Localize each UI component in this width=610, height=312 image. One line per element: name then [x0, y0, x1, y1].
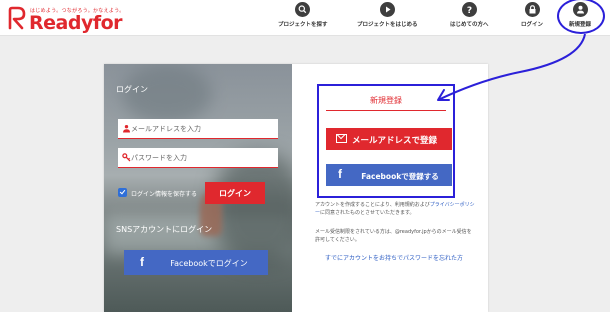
page: はじめよう。つながろう。かなえよう。 Readyfor プロジェクトを探す プロ… — [0, 0, 610, 312]
svg-text:?: ? — [467, 6, 472, 16]
remember-label: ログイン情報を保存する — [131, 191, 198, 198]
email-signup-button[interactable]: メールアドレスで登録 — [326, 128, 452, 150]
terms-text: アカウントを作成することにより、利用規約および — [315, 202, 430, 208]
forgot-password-link[interactable]: すでにアカウントをお持ちでパスワードを忘れた方 — [314, 254, 474, 264]
play-icon — [379, 2, 395, 17]
nav-label: プロジェクトをはじめる — [357, 22, 418, 28]
terms-notice: アカウントを作成することにより、利用規約およびプライバシーポリシーに同意されたも… — [315, 201, 475, 217]
nav-login[interactable]: ログイン — [521, 2, 543, 28]
logo-text: Readyfor — [29, 12, 123, 34]
nav-label: はじめての方へ — [450, 22, 489, 28]
terms-text: に同意されたものとさせていただきます。 — [320, 210, 415, 216]
login-button[interactable]: ログイン — [205, 182, 265, 204]
signup-divider — [326, 110, 446, 111]
site-header: はじめよう。つながろう。かなえよう。 Readyfor プロジェクトを探す プロ… — [0, 0, 610, 36]
remember-checkbox[interactable] — [118, 188, 127, 197]
readyfor-logo[interactable]: はじめよう。つながろう。かなえよう。 Readyfor — [6, 5, 124, 34]
email-input[interactable] — [131, 120, 271, 137]
nav-label: プロジェクトを探す — [278, 22, 328, 28]
email-field[interactable] — [118, 119, 278, 139]
sns-login-title: SNSアカウントにログイン — [116, 225, 213, 234]
search-icon — [295, 2, 311, 17]
signup-panel: 新規登録 メールアドレスで登録 f Facebookで登録する アカウントを作成… — [292, 64, 488, 312]
lock-icon — [524, 2, 540, 17]
password-field[interactable] — [118, 148, 278, 168]
password-input[interactable] — [131, 149, 271, 166]
facebook-signup-label: Facebookで登録する — [361, 172, 439, 181]
mail-icon — [336, 134, 347, 143]
auth-card: ログイン ログイン情報を保存する ログイン SNSアカウントにログイン f Fa… — [104, 64, 488, 312]
readyfor-logo-mark-icon — [8, 6, 26, 30]
facebook-signup-button[interactable]: f Facebookで登録する — [326, 164, 452, 186]
facebook-icon: f — [140, 255, 144, 269]
email-signup-label: メールアドレスで登録 — [352, 136, 438, 146]
background-photo-shape — [214, 154, 292, 264]
signup-title: 新規登録 — [370, 96, 402, 105]
user-icon — [123, 125, 130, 133]
question-icon: ? — [461, 2, 477, 17]
facebook-login-button[interactable]: f Facebookでログイン — [124, 250, 268, 275]
facebook-login-label: Facebookでログイン — [170, 259, 248, 268]
login-title: ログイン — [116, 85, 148, 94]
login-panel: ログイン ログイン情報を保存する ログイン SNSアカウントにログイン f Fa… — [104, 64, 292, 312]
nav-find-projects[interactable]: プロジェクトを探す — [278, 2, 328, 28]
nav-start-project[interactable]: プロジェクトをはじめる — [357, 2, 418, 28]
mail-restriction-note: メール受信制限をされている方は、@readyfor.jpからのメール受信を許可し… — [315, 229, 472, 243]
nav-first-time[interactable]: ? はじめての方へ — [450, 2, 489, 28]
key-icon — [122, 153, 131, 162]
facebook-icon: f — [338, 167, 342, 181]
nav-label: ログイン — [521, 22, 544, 28]
